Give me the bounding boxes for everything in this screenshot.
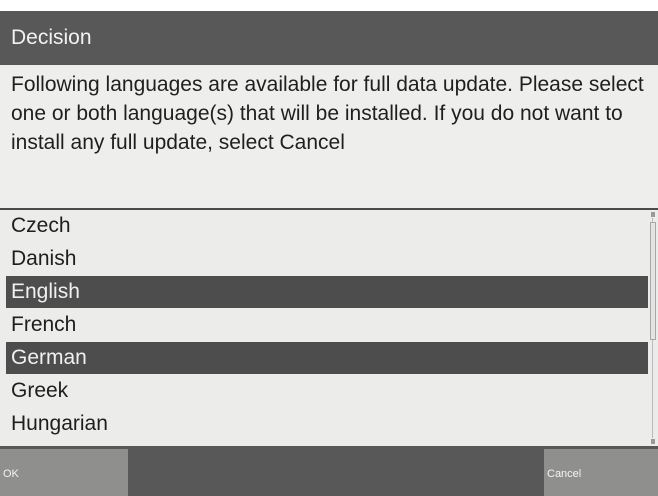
list-item-hungarian[interactable]: Hungarian <box>6 408 648 440</box>
ok-button[interactable]: OK <box>0 449 128 496</box>
scroll-up-icon[interactable] <box>651 212 655 217</box>
dialog-message: Following languages are available for fu… <box>0 65 658 208</box>
list-item-czech[interactable]: Czech <box>6 210 648 242</box>
softkey-bar: OK Cancel <box>0 446 658 496</box>
scroll-thumb[interactable] <box>650 222 656 340</box>
scroll-down-icon[interactable] <box>651 439 655 444</box>
list-item-danish[interactable]: Danish <box>6 243 648 275</box>
list-scrollbar[interactable] <box>648 210 658 446</box>
cancel-button[interactable]: Cancel <box>544 449 658 496</box>
list-item-french[interactable]: French <box>6 309 648 341</box>
dialog-title: Decision <box>0 11 658 65</box>
decision-dialog: Decision Following languages are availab… <box>0 11 658 496</box>
list-item-german[interactable]: German <box>6 342 648 374</box>
list-item-greek[interactable]: Greek <box>6 375 648 407</box>
list-item-english[interactable]: English <box>6 276 648 308</box>
language-list: Czech Danish English French German Greek… <box>0 210 648 446</box>
